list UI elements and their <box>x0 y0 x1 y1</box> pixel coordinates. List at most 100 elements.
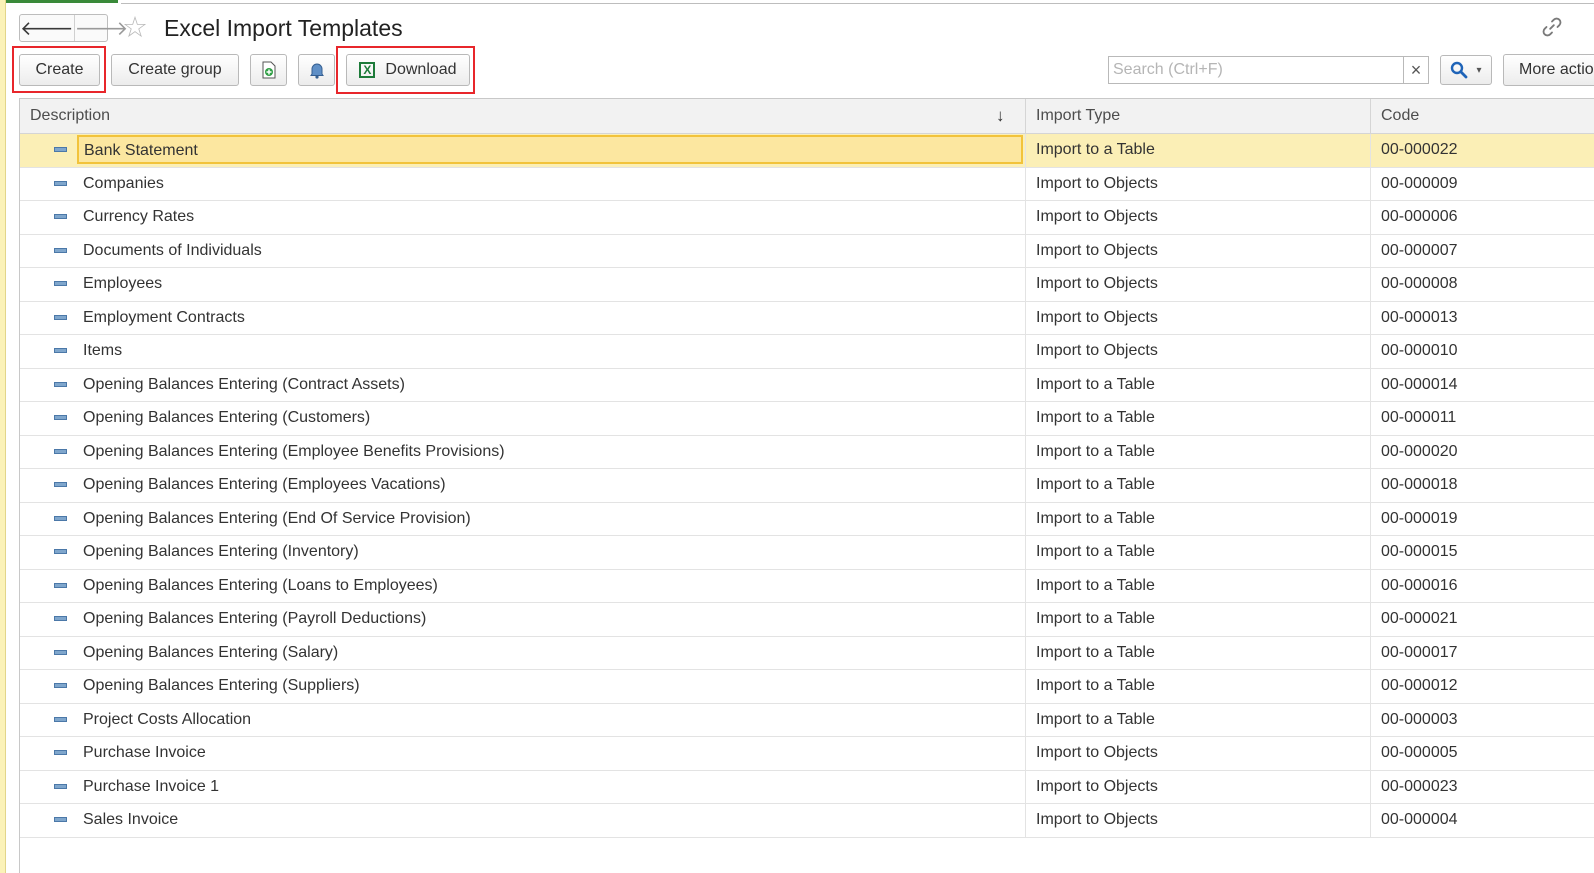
cell-code[interactable]: 00-000009 <box>1381 168 1458 200</box>
cell-code[interactable]: 00-000013 <box>1381 302 1458 334</box>
cell-code[interactable]: 00-000020 <box>1381 436 1458 468</box>
cell-description[interactable]: Opening Balances Entering (Suppliers) <box>83 670 360 702</box>
cell-import-type[interactable]: Import to a Table <box>1036 704 1155 736</box>
cell-import-type[interactable]: Import to a Table <box>1036 369 1155 401</box>
table-row[interactable]: Purchase Invoice Import to Objects 00-0000… <box>20 737 1594 771</box>
cell-import-type[interactable]: Import to a Table <box>1036 603 1155 635</box>
cell-code[interactable]: 00-000011 <box>1381 402 1456 434</box>
cell-description[interactable]: Opening Balances Entering (Salary) <box>83 637 338 669</box>
cell-description[interactable]: Opening Balances Entering (Loans to Empl… <box>83 570 438 602</box>
table-row[interactable]: Sales Invoice Import to Objects 00-000004 <box>20 804 1594 838</box>
notify-button[interactable] <box>298 54 335 86</box>
cell-code[interactable]: 00-000015 <box>1381 536 1458 568</box>
cell-import-type[interactable]: Import to a Table <box>1036 570 1155 602</box>
sort-descending-icon[interactable]: ↓ <box>996 99 1005 133</box>
table-row[interactable]: Opening Balances Entering (Suppliers) Imp… <box>20 670 1594 704</box>
link-icon[interactable] <box>1541 16 1563 38</box>
forward-button[interactable]: 🡒 <box>73 15 128 41</box>
cell-description[interactable]: Purchase Invoice <box>83 737 206 769</box>
cell-description[interactable]: Items <box>83 335 122 367</box>
cell-code[interactable]: 00-000006 <box>1381 201 1458 233</box>
cell-description[interactable]: Opening Balances Entering (Inventory) <box>83 536 359 568</box>
table-row[interactable]: Bank Statement Import to a Table 00-000022 <box>20 134 1594 168</box>
table-row[interactable]: Opening Balances Entering (Employee Bene… <box>20 435 1594 469</box>
add-file-button[interactable] <box>250 54 287 86</box>
cell-description[interactable]: Opening Balances Entering (Employees Vac… <box>83 469 446 501</box>
cell-description[interactable]: Opening Balances Entering (Contract Asse… <box>83 369 405 401</box>
cell-import-type[interactable]: Import to Objects <box>1036 235 1158 267</box>
cell-code[interactable]: 00-000008 <box>1381 268 1458 300</box>
cell-import-type[interactable]: Import to a Table <box>1036 536 1155 568</box>
cell-code[interactable]: 00-000022 <box>1381 134 1458 166</box>
table-row[interactable]: Currency Rates Import to Objects 00-000006 <box>20 201 1594 235</box>
column-header-code[interactable]: Code <box>1370 99 1594 133</box>
cell-description[interactable]: Employment Contracts <box>83 302 245 334</box>
cell-import-type[interactable]: Import to a Table <box>1036 670 1155 702</box>
column-header-description[interactable]: Description <box>20 99 1025 133</box>
cell-description[interactable]: Documents of Individuals <box>83 235 262 267</box>
table-row[interactable]: Opening Balances Entering (Payroll Deduc… <box>20 603 1594 637</box>
cell-code[interactable]: 00-000010 <box>1381 335 1458 367</box>
cell-code[interactable]: 00-000014 <box>1381 369 1458 401</box>
table-row[interactable]: Opening Balances Entering (Salary) Import… <box>20 636 1594 670</box>
table-row[interactable]: Opening Balances Entering (Inventory) Imp… <box>20 536 1594 570</box>
cell-description[interactable]: Opening Balances Entering (Customers) <box>83 402 370 434</box>
search-options-button[interactable]: ▾ <box>1440 55 1492 85</box>
cell-import-type[interactable]: Import to Objects <box>1036 168 1158 200</box>
column-divider <box>1025 335 1026 368</box>
cell-code[interactable]: 00-000018 <box>1381 469 1458 501</box>
search-input[interactable] <box>1108 56 1404 84</box>
cell-description[interactable]: Sales Invoice <box>83 804 178 836</box>
cell-description[interactable]: Currency Rates <box>83 201 194 233</box>
cell-import-type[interactable]: Import to a Table <box>1036 402 1155 434</box>
cell-code[interactable]: 00-000017 <box>1381 637 1458 669</box>
cell-code[interactable]: 00-000021 <box>1381 603 1458 635</box>
table-row[interactable]: Opening Balances Entering (Customers) Imp… <box>20 402 1594 436</box>
star-icon[interactable]: ☆ <box>122 13 148 43</box>
cell-import-type[interactable]: Import to Objects <box>1036 335 1158 367</box>
cell-description[interactable]: Project Costs Allocation <box>83 704 251 736</box>
table-row[interactable]: Employment Contracts Import to Objects 00-… <box>20 301 1594 335</box>
cell-description[interactable]: Purchase Invoice 1 <box>83 771 219 803</box>
cell-import-type[interactable]: Import to a Table <box>1036 637 1155 669</box>
table-row[interactable]: Items Import to Objects 00-000010 <box>20 335 1594 369</box>
cell-description[interactable]: Opening Balances Entering (End Of Servic… <box>83 503 471 535</box>
cell-import-type[interactable]: Import to a Table <box>1036 436 1155 468</box>
cell-import-type[interactable]: Import to Objects <box>1036 771 1158 803</box>
create-group-button[interactable]: Create group <box>111 54 239 86</box>
cell-import-type[interactable]: Import to a Table <box>1036 503 1155 535</box>
cell-import-type[interactable]: Import to Objects <box>1036 201 1158 233</box>
cell-description[interactable]: Employees <box>83 268 162 300</box>
cell-description[interactable]: Companies <box>83 168 164 200</box>
cell-import-type[interactable]: Import to Objects <box>1036 302 1158 334</box>
back-button[interactable]: 🡐 <box>20 15 74 41</box>
cell-code[interactable]: 00-000004 <box>1381 804 1458 836</box>
search-clear-button[interactable]: × <box>1403 56 1429 84</box>
table-row[interactable]: Companies Import to Objects 00-000009 <box>20 167 1594 201</box>
more-actions-button[interactable]: More actions <box>1503 54 1594 86</box>
cell-description[interactable]: Opening Balances Entering (Payroll Deduc… <box>83 603 426 635</box>
table-row[interactable]: Opening Balances Entering (End Of Servic… <box>20 502 1594 536</box>
cell-import-type[interactable]: Import to Objects <box>1036 268 1158 300</box>
cell-code[interactable]: 00-000007 <box>1381 235 1458 267</box>
cell-code[interactable]: 00-000016 <box>1381 570 1458 602</box>
cell-description[interactable]: Bank Statement <box>77 135 1023 164</box>
cell-code[interactable]: 00-000005 <box>1381 737 1458 769</box>
column-header-import-type[interactable]: Import Type <box>1025 99 1370 133</box>
cell-code[interactable]: 00-000023 <box>1381 771 1458 803</box>
cell-code[interactable]: 00-000003 <box>1381 704 1458 736</box>
cell-import-type[interactable]: Import to Objects <box>1036 737 1158 769</box>
cell-import-type[interactable]: Import to a Table <box>1036 134 1155 166</box>
table-row[interactable]: Documents of Individuals Import to Object… <box>20 234 1594 268</box>
cell-description[interactable]: Opening Balances Entering (Employee Bene… <box>83 436 505 468</box>
cell-import-type[interactable]: Import to a Table <box>1036 469 1155 501</box>
table-row[interactable]: Opening Balances Entering (Loans to Empl… <box>20 569 1594 603</box>
table-row[interactable]: Employees Import to Objects 00-000008 <box>20 268 1594 302</box>
cell-code[interactable]: 00-000019 <box>1381 503 1458 535</box>
table-row[interactable]: Opening Balances Entering (Employees Vac… <box>20 469 1594 503</box>
cell-import-type[interactable]: Import to Objects <box>1036 804 1158 836</box>
cell-code[interactable]: 00-000012 <box>1381 670 1458 702</box>
table-row[interactable]: Purchase Invoice 1 Import to Objects 00-00… <box>20 770 1594 804</box>
table-row[interactable]: Opening Balances Entering (Contract Asse… <box>20 368 1594 402</box>
table-row[interactable]: Project Costs Allocation Import to a Tabl… <box>20 703 1594 737</box>
